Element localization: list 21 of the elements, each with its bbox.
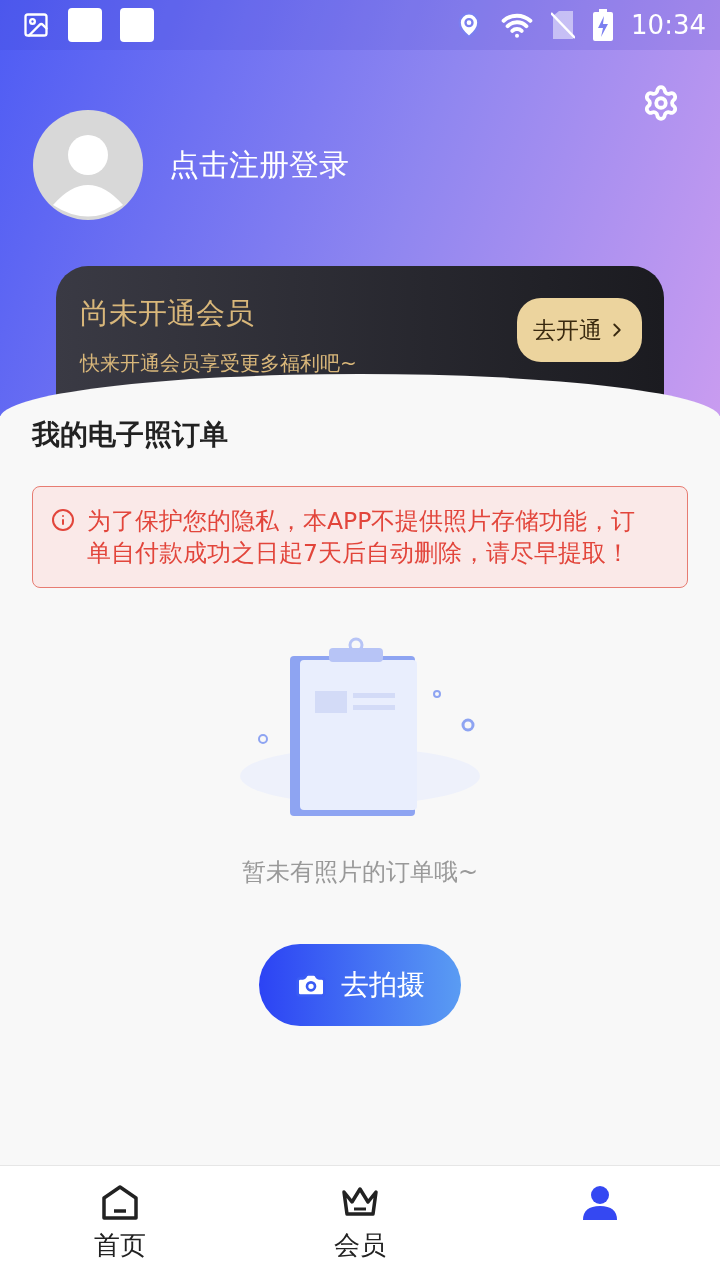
- clock-time: 10:34: [631, 10, 706, 40]
- tab-item[interactable]: 首页: [0, 1166, 240, 1280]
- empty-message: 暂未有照片的订单哦~: [241, 857, 479, 888]
- membership-title: 尚未开通会员: [80, 295, 255, 332]
- notification-icon: [68, 8, 102, 42]
- settings-icon[interactable]: [642, 84, 680, 122]
- shoot-button[interactable]: 去拍摄: [259, 944, 461, 1026]
- info-icon: [51, 508, 75, 532]
- home-icon: [100, 1184, 140, 1222]
- section-title: 我的电子照订单: [32, 417, 229, 453]
- activate-button[interactable]: 去开通: [517, 298, 642, 362]
- battery-icon: [593, 9, 614, 41]
- membership-subtitle: 快来开通会员享受更多福利吧~: [80, 350, 358, 377]
- notice-text: 为了保护您的隐私，本APP不提供照片存储功能，订单自付款成功之日起7天后自动删除，请尽早提取！: [87, 506, 637, 569]
- avatar-icon[interactable]: [33, 110, 143, 220]
- image-icon: [22, 11, 50, 39]
- no-sim-icon: [551, 10, 576, 40]
- login-link[interactable]: 点击注册登录: [169, 144, 349, 186]
- person-icon: [580, 1184, 620, 1222]
- notification-icon: [120, 8, 154, 42]
- tab-item[interactable]: 会员: [240, 1166, 480, 1280]
